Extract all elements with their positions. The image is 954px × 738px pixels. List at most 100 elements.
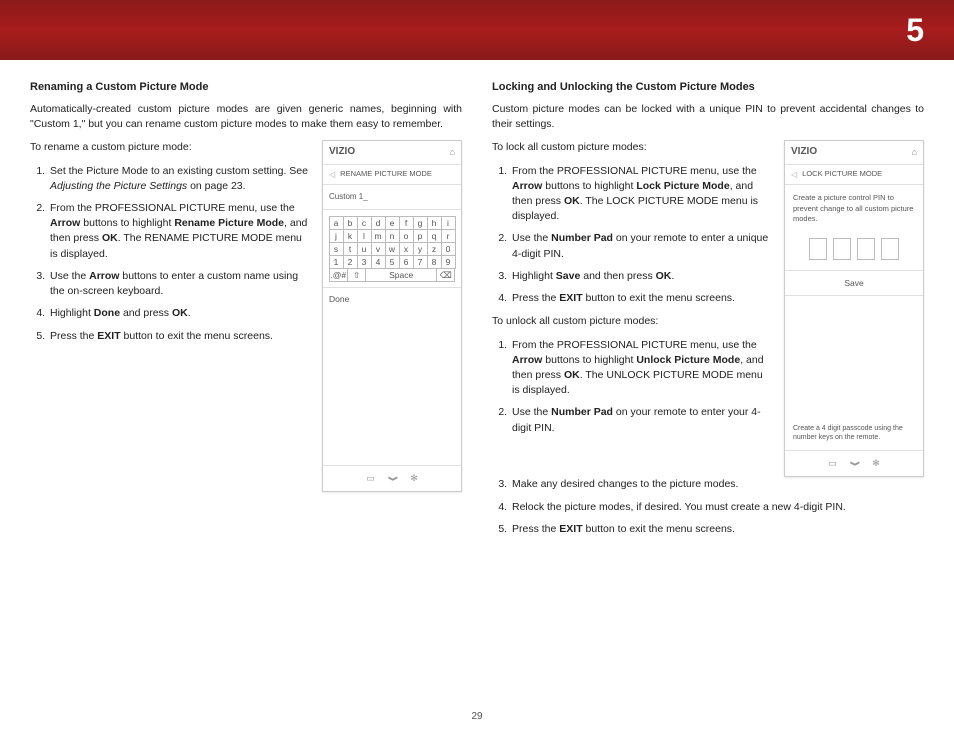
pin-digit-2[interactable] xyxy=(833,238,851,260)
right-column: Locking and Unlocking the Custom Picture… xyxy=(492,80,924,545)
rename-step-2: From the PROFESSIONAL PICTURE menu, use … xyxy=(48,201,308,262)
pin-digit-1[interactable] xyxy=(809,238,827,260)
key[interactable]: 5 xyxy=(385,255,400,269)
unlock-steps-a: From the PROFESSIONAL PICTURE menu, use … xyxy=(510,338,770,436)
onscreen-keyboard: abcdefghi jklmnopqr stuvwxyz0 123456789 … xyxy=(329,216,455,281)
key[interactable]: t xyxy=(343,242,358,256)
key[interactable]: o xyxy=(399,229,414,243)
right-text-part: To lock all custom picture modes: From t… xyxy=(492,140,770,444)
lock-step-2: Use the Number Pad on your remote to ent… xyxy=(510,231,770,261)
right-heading: Locking and Unlocking the Custom Picture… xyxy=(492,80,924,96)
back-icon[interactable]: ◁ xyxy=(329,169,335,181)
key[interactable]: g xyxy=(413,216,428,230)
rename-step-3: Use the Arrow buttons to enter a custom … xyxy=(48,269,308,299)
rename-step-4: Highlight Done and press OK. xyxy=(48,306,308,321)
rename-panel: VIZIO ⌂ ◁ RENAME PICTURE MODE Custom 1_ … xyxy=(322,140,462,492)
key[interactable]: v xyxy=(371,242,386,256)
key[interactable]: u xyxy=(357,242,372,256)
right-intro: Custom picture modes can be locked with … xyxy=(492,102,924,132)
key-shift[interactable]: ⇧ xyxy=(347,268,366,282)
pin-digit-4[interactable] xyxy=(881,238,899,260)
key[interactable]: b xyxy=(343,216,358,230)
key[interactable]: h xyxy=(427,216,442,230)
panel-title: LOCK PICTURE MODE xyxy=(802,169,882,180)
down-icon[interactable]: ❱ xyxy=(386,475,399,483)
header-bar: 5 xyxy=(0,0,954,60)
panel-footer: ▭ ❱ ✻ xyxy=(323,465,461,491)
rename-step-5: Press the EXIT button to exit the menu s… xyxy=(48,329,308,344)
back-icon[interactable]: ◁ xyxy=(791,169,797,181)
gear-icon[interactable]: ✻ xyxy=(872,457,880,470)
key[interactable]: 2 xyxy=(343,255,358,269)
name-field[interactable]: Custom 1_ xyxy=(323,185,461,210)
unlock-step-5: Press the EXIT button to exit the menu s… xyxy=(510,522,924,537)
panel-footer: ▭ ❱ ✻ xyxy=(785,450,923,476)
lock-description: Create a picture control PIN to prevent … xyxy=(785,185,923,233)
key[interactable]: 3 xyxy=(357,255,372,269)
lock-step-1: From the PROFESSIONAL PICTURE menu, use … xyxy=(510,164,770,225)
panel-header: VIZIO ⌂ xyxy=(323,141,461,165)
lock-lead: To lock all custom picture modes: xyxy=(492,140,770,155)
unlock-step-2: Use the Number Pad on your remote to ent… xyxy=(510,405,770,435)
key[interactable]: p xyxy=(413,229,428,243)
key[interactable]: 0 xyxy=(441,242,456,256)
key[interactable]: a xyxy=(329,216,344,230)
wide-icon[interactable]: ▭ xyxy=(828,457,837,470)
key[interactable]: w xyxy=(385,242,400,256)
section-number: 5 xyxy=(906,12,924,49)
home-icon[interactable]: ⌂ xyxy=(450,146,455,159)
pin-digit-3[interactable] xyxy=(857,238,875,260)
key[interactable]: l xyxy=(357,229,372,243)
key[interactable]: n xyxy=(385,229,400,243)
rename-steps: Set the Picture Mode to an existing cust… xyxy=(48,164,308,344)
key[interactable]: 7 xyxy=(413,255,428,269)
rename-step-1: Set the Picture Mode to an existing cust… xyxy=(48,164,308,194)
lock-step-3: Highlight Save and then press OK. xyxy=(510,269,770,284)
unlock-step-3: Make any desired changes to the picture … xyxy=(510,477,924,492)
save-button[interactable]: Save xyxy=(785,270,923,296)
right-split: To lock all custom picture modes: From t… xyxy=(492,140,924,477)
key[interactable]: 9 xyxy=(441,255,456,269)
gear-icon[interactable]: ✻ xyxy=(410,472,418,485)
left-text-part: To rename a custom picture mode: Set the… xyxy=(30,140,308,351)
left-intro: Automatically-created custom picture mod… xyxy=(30,102,462,132)
key[interactable]: c xyxy=(357,216,372,230)
left-column: Renaming a Custom Picture Mode Automatic… xyxy=(30,80,462,545)
lock-step-4: Press the EXIT button to exit the menu s… xyxy=(510,291,770,306)
done-button[interactable]: Done xyxy=(323,287,461,310)
key[interactable]: q xyxy=(427,229,442,243)
key-symbols[interactable]: .@# xyxy=(329,268,348,282)
key[interactable]: 8 xyxy=(427,255,442,269)
panel-subheader: ◁ RENAME PICTURE MODE xyxy=(323,165,461,186)
key[interactable]: 4 xyxy=(371,255,386,269)
key[interactable]: i xyxy=(441,216,456,230)
lock-panel: VIZIO ⌂ ◁ LOCK PICTURE MODE Create a pic… xyxy=(784,140,924,477)
wide-icon[interactable]: ▭ xyxy=(366,472,375,485)
key[interactable]: e xyxy=(385,216,400,230)
key[interactable]: f xyxy=(399,216,414,230)
key-space[interactable]: Space xyxy=(365,268,437,282)
unlock-step-4: Relock the picture modes, if desired. Yo… xyxy=(510,500,924,515)
content-area: Renaming a Custom Picture Mode Automatic… xyxy=(0,60,954,545)
key-backspace[interactable]: ⌫ xyxy=(436,268,455,282)
key[interactable]: y xyxy=(413,242,428,256)
key[interactable]: x xyxy=(399,242,414,256)
page-number: 29 xyxy=(0,711,954,722)
key[interactable]: m xyxy=(371,229,386,243)
lock-steps: From the PROFESSIONAL PICTURE menu, use … xyxy=(510,164,770,307)
key[interactable]: d xyxy=(371,216,386,230)
panel-subheader: ◁ LOCK PICTURE MODE xyxy=(785,165,923,186)
key[interactable]: 6 xyxy=(399,255,414,269)
brand-logo: VIZIO xyxy=(329,145,355,160)
key[interactable]: j xyxy=(329,229,344,243)
key[interactable]: z xyxy=(427,242,442,256)
left-split: To rename a custom picture mode: Set the… xyxy=(30,140,462,492)
key[interactable]: s xyxy=(329,242,344,256)
home-icon[interactable]: ⌂ xyxy=(912,146,917,159)
down-icon[interactable]: ❱ xyxy=(848,460,861,468)
key[interactable]: r xyxy=(441,229,456,243)
unlock-lead: To unlock all custom picture modes: xyxy=(492,314,770,329)
panel-spacer xyxy=(323,310,461,465)
key[interactable]: 1 xyxy=(329,255,344,269)
key[interactable]: k xyxy=(343,229,358,243)
